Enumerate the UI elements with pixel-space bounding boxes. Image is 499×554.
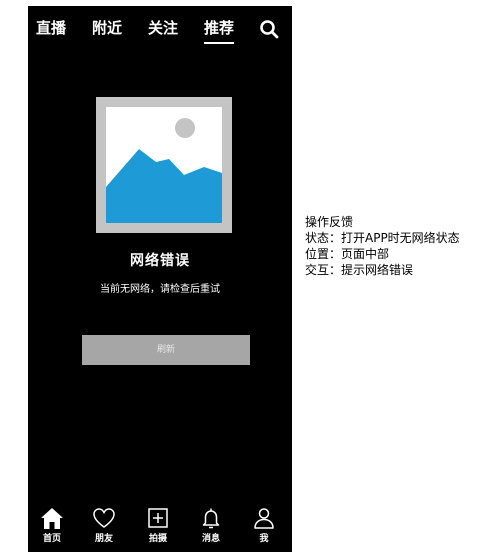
plus-icon [148,508,168,528]
tab-following[interactable]: 关注 [148,18,178,38]
bell-icon [202,508,220,529]
nav-messages-label: 消息 [201,534,220,544]
refresh-button[interactable]: 刷新 [82,335,250,365]
annotation-interaction: 交互：提示网络错误 [305,263,414,277]
annotation-note: 操作反馈 状态：打开APP时无网络状态 位置：页面中部 交互：提示网络错误 [305,214,460,278]
search-icon[interactable] [259,19,279,39]
nav-friends-label: 朋友 [94,534,113,544]
nav-home-label: 首页 [42,534,61,544]
nav-shoot[interactable]: 拍摄 [140,506,176,545]
bottom-navigation: 首页 朋友 拍摄 消息 我 [28,506,292,552]
tab-live[interactable]: 直播 [36,18,66,38]
user-icon [254,508,274,529]
nav-shoot-label: 拍摄 [148,534,167,544]
tab-recommended[interactable]: 推荐 [204,18,235,44]
annotation-state: 状态：打开APP时无网络状态 [305,231,460,245]
nav-friends[interactable]: 朋友 [86,506,122,545]
error-title: 网络错误 [130,253,190,269]
home-icon [41,508,63,529]
nav-home[interactable]: 首页 [34,506,70,545]
tab-nearby[interactable]: 附近 [92,18,122,38]
annotation-position: 位置：页面中部 [305,247,390,261]
nav-messages[interactable]: 消息 [193,506,229,545]
heart-icon [93,508,115,528]
annotation-heading: 操作反馈 [305,215,354,229]
top-navigation: 直播 附近 关注 推荐 [28,18,292,48]
phone-screen: 直播 附近 关注 推荐 网络错误 当前无网络，请检查后重试 刷新 首页 朋友 拍… [28,6,292,552]
error-description: 当前无网络，请检查后重试 [100,284,220,295]
nav-me[interactable]: 我 [246,506,282,545]
nav-me-label: 我 [259,534,269,544]
image-placeholder-icon [96,97,232,233]
